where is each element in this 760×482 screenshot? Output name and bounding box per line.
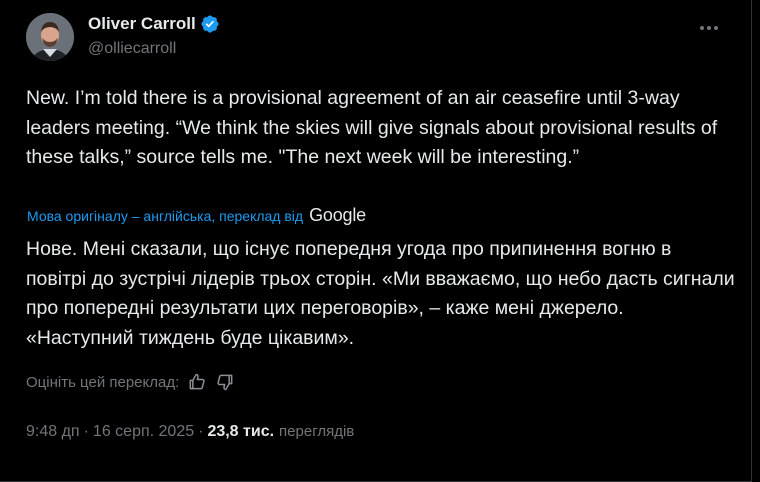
- meta-separator: ·: [83, 423, 89, 440]
- tweet-text: New. I’m told there is a provisional agr…: [26, 87, 718, 168]
- avatar-image: [26, 13, 74, 61]
- translation-note-text[interactable]: Мова оригіналу – англійська, переклад ві…: [27, 208, 303, 224]
- tweet-date[interactable]: 16 серп. 2025: [93, 423, 194, 441]
- translated-text: Нове. Мені сказали, що існує попередня у…: [26, 238, 735, 349]
- rate-translation-label: Оцініть цей переклад:: [26, 373, 180, 391]
- meta-separator: ·: [198, 423, 204, 440]
- translation-note: Мова оригіналу – англійська, переклад ві…: [27, 205, 366, 226]
- display-name[interactable]: Oliver Carroll: [88, 14, 196, 34]
- google-logo: Google: [309, 205, 366, 225]
- rate-translation-row: Оцініть цей переклад:: [26, 372, 235, 392]
- more-options-icon[interactable]: [697, 18, 721, 38]
- avatar[interactable]: [26, 13, 74, 61]
- tweet-meta: 9:48 дп · 16 серп. 2025 · 23,8 тис. пере…: [26, 423, 354, 441]
- thumbs-down-icon[interactable]: [215, 372, 235, 392]
- views-label: переглядів: [279, 423, 355, 440]
- tweet-time[interactable]: 9:48 дп: [26, 423, 80, 441]
- thumbs-up-icon[interactable]: [187, 372, 207, 392]
- author-handle[interactable]: @olliecarroll: [88, 40, 176, 58]
- tweet-card: Oliver Carroll @olliecarroll New. I’m to…: [0, 0, 752, 482]
- author-name-row[interactable]: Oliver Carroll: [88, 14, 220, 34]
- verified-badge-icon: [200, 14, 220, 34]
- views-count[interactable]: 23,8 тис.: [207, 423, 274, 441]
